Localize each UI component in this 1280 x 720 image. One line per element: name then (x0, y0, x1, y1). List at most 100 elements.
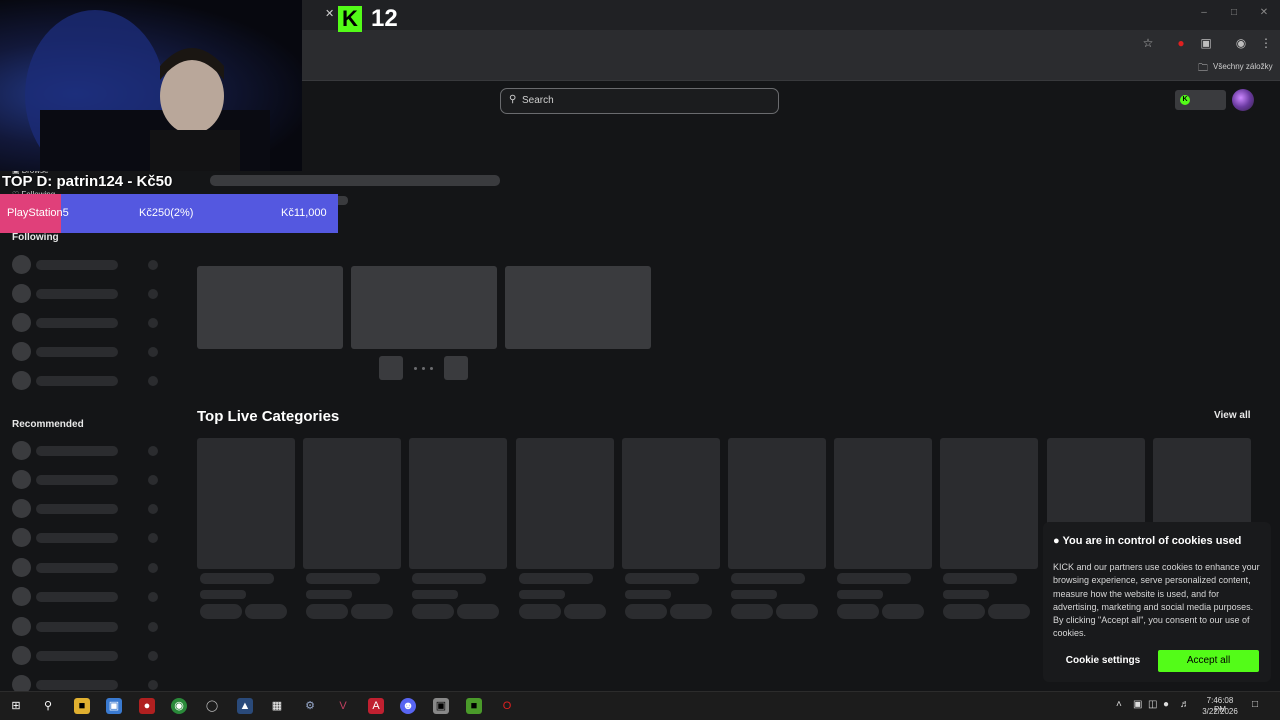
tray-app-icon[interactable]: ▣ (1133, 699, 1142, 710)
taskbar-search-icon[interactable]: ⚲ (40, 698, 56, 714)
tray-monitor-icon[interactable]: ◫ (1148, 699, 1157, 710)
category-tag-skeleton (200, 604, 242, 619)
channel-avatar-skeleton[interactable] (12, 284, 31, 303)
category-tag-skeleton (943, 604, 986, 619)
minimize-icon[interactable]: – (1197, 6, 1211, 20)
discord-icon[interactable]: ☻ (400, 698, 416, 714)
category-viewers-skeleton (412, 590, 459, 599)
app-circle-icon[interactable]: ◯ (204, 698, 220, 714)
category-card-skeleton[interactable] (621, 438, 720, 569)
app-grid-icon[interactable]: ▦ (269, 698, 285, 714)
channel-avatar-skeleton[interactable] (12, 617, 31, 636)
app-red-icon[interactable]: ● (139, 698, 155, 714)
featured-card-skeleton[interactable] (351, 266, 497, 349)
category-title-skeleton (518, 573, 593, 584)
channel-name-skeleton (36, 475, 118, 485)
app-blue-icon[interactable]: ▲ (237, 698, 253, 714)
category-card-skeleton[interactable] (834, 438, 933, 569)
channel-avatar-skeleton[interactable] (12, 558, 31, 577)
extension-record-icon[interactable]: ● (1173, 35, 1189, 51)
channel-name-skeleton (36, 376, 118, 386)
carousel-next-button[interactable] (444, 356, 468, 380)
goal-progress-text: Kč250(2%) (139, 207, 194, 219)
channel-avatar-skeleton[interactable] (12, 255, 31, 274)
channel-viewers-skeleton (148, 651, 158, 661)
accept-all-button[interactable]: Accept all (1158, 650, 1259, 672)
app-puzzle-icon[interactable]: ▣ (433, 698, 449, 714)
minecraft-icon[interactable]: ■ (466, 698, 482, 714)
maximize-icon[interactable]: □ (1227, 6, 1241, 20)
carousel-prev-button[interactable] (379, 356, 403, 380)
category-viewers-skeleton (731, 590, 777, 599)
category-card-skeleton[interactable] (940, 438, 1039, 569)
cookie-settings-button[interactable]: Cookie settings (1053, 650, 1153, 672)
category-tag-skeleton (457, 604, 500, 619)
channel-avatar-skeleton[interactable] (12, 646, 31, 665)
category-title-skeleton (943, 573, 1018, 584)
channel-avatar-skeleton[interactable] (12, 342, 31, 361)
channel-avatar-skeleton[interactable] (12, 441, 31, 460)
carousel-dot[interactable] (414, 367, 417, 370)
folder-icon: 🗀 (1198, 63, 1208, 74)
channel-avatar-skeleton[interactable] (12, 371, 31, 390)
carousel-dot[interactable] (422, 367, 425, 370)
category-title-skeleton (200, 573, 274, 584)
top-live-categories-heading: Top Live Categories (197, 408, 340, 425)
clock-date[interactable]: 3/22/2026 (1200, 707, 1240, 716)
channel-name-skeleton (36, 347, 118, 357)
channel-avatar-skeleton[interactable] (12, 587, 31, 606)
steam-icon[interactable]: ⚙ (302, 698, 318, 714)
featured-card-skeleton[interactable] (197, 266, 343, 349)
carousel-dot[interactable] (430, 367, 433, 370)
category-card-skeleton[interactable] (728, 438, 826, 569)
channel-avatar-skeleton[interactable] (12, 470, 31, 489)
category-tag-skeleton (245, 604, 287, 619)
view-all-link[interactable]: View all (1214, 410, 1251, 421)
webcam-overlay (0, 0, 302, 171)
extensions-puzzle-icon[interactable]: ▣ (1198, 35, 1214, 51)
notification-icon[interactable]: □ (1252, 699, 1258, 710)
channel-viewers-skeleton (148, 376, 158, 386)
category-viewers-skeleton (518, 590, 565, 599)
tab-close-icon[interactable]: ✕ (325, 7, 334, 20)
volume-icon[interactable]: ♬ (1180, 699, 1190, 710)
category-card-skeleton[interactable] (409, 438, 508, 569)
browser-menu-icon[interactable]: ⋮ (1258, 35, 1274, 51)
channel-viewers-skeleton (148, 680, 158, 690)
category-tag-skeleton (306, 604, 349, 619)
window-close-icon[interactable]: ✕ (1257, 6, 1271, 20)
adobe-icon[interactable]: A (368, 698, 384, 714)
search-icon: ⚲ (509, 94, 517, 105)
category-card-skeleton[interactable] (303, 438, 402, 569)
avatar[interactable] (1232, 89, 1254, 111)
all-bookmarks-link[interactable]: Všechny záložky (1213, 62, 1273, 71)
category-card-skeleton[interactable] (515, 438, 614, 569)
file-explorer-icon[interactable]: ■ (74, 698, 90, 714)
channel-viewers-skeleton (148, 260, 158, 270)
featured-card-skeleton[interactable] (505, 266, 651, 349)
opera-icon[interactable]: O (499, 698, 515, 714)
bookmark-star-icon[interactable]: ☆ (1140, 35, 1156, 51)
app-v-icon[interactable]: V (335, 698, 351, 714)
network-icon[interactable]: ● (1163, 699, 1169, 710)
channel-avatar-skeleton[interactable] (12, 499, 31, 518)
category-tag-skeleton (518, 604, 561, 619)
store-icon[interactable]: ▣ (106, 698, 122, 714)
windows-start-icon[interactable]: ⊞ (8, 698, 24, 714)
channel-avatar-skeleton[interactable] (12, 528, 31, 547)
chrome-icon[interactable]: ◉ (171, 698, 187, 714)
category-title-skeleton (837, 573, 912, 584)
channel-avatar-skeleton[interactable] (12, 313, 31, 332)
channel-viewers-skeleton (148, 504, 158, 514)
category-tag-skeleton (731, 604, 773, 619)
profile-icon[interactable]: ◉ (1233, 35, 1249, 51)
category-card-skeleton[interactable] (197, 438, 295, 569)
tray-chevron-icon[interactable]: ˄ (1116, 699, 1122, 710)
category-tag-skeleton (776, 604, 818, 619)
category-viewers-skeleton (837, 590, 884, 599)
search-placeholder: Search (522, 95, 554, 106)
channel-name-skeleton (36, 533, 118, 543)
channel-name-skeleton (36, 680, 118, 690)
channel-name-skeleton (36, 446, 118, 456)
category-title-skeleton (412, 573, 487, 584)
